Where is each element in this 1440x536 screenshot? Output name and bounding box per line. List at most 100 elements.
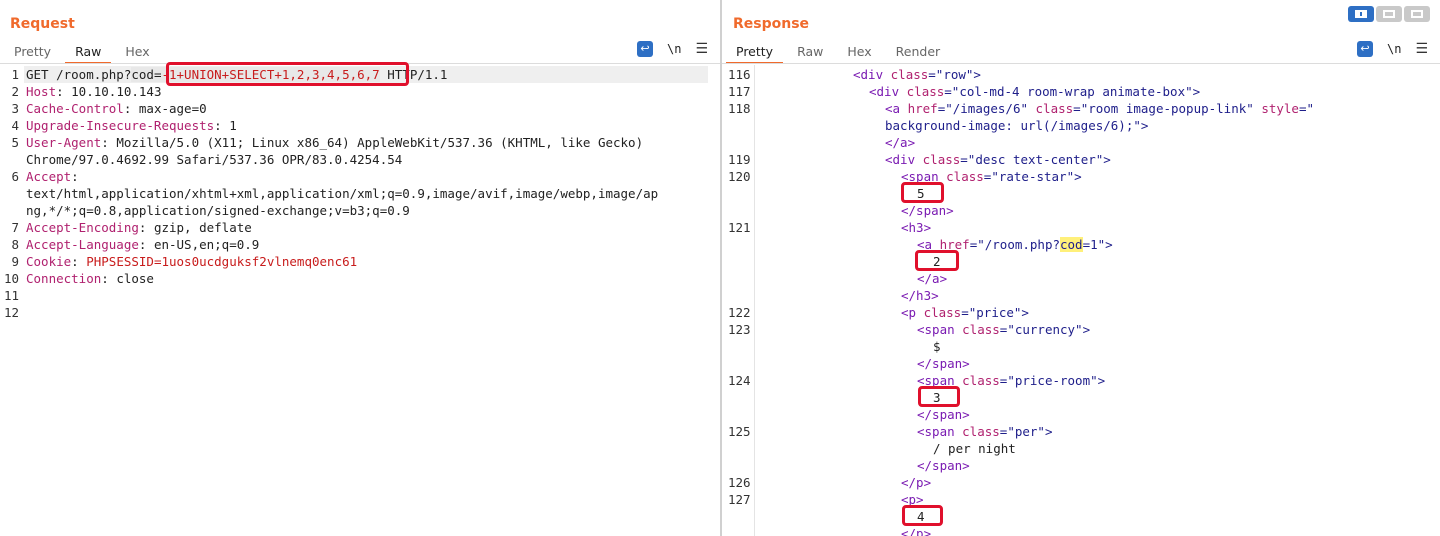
split-horizontal-icon[interactable] — [1348, 6, 1374, 22]
html-line: <div class="col-md-4 room-wrap animate-b… — [869, 83, 1200, 100]
attr-name: class — [946, 169, 984, 184]
wrap-lines-icon[interactable]: ↩ — [636, 41, 653, 57]
header-name: Cookie — [26, 254, 72, 269]
tab-hex[interactable]: Hex — [115, 42, 159, 64]
attr-value: ="currency"> — [999, 322, 1091, 337]
request-toolbar: ↩ \n ☰ — [636, 41, 708, 57]
attr-value: ="desc text-center"> — [960, 152, 1111, 167]
response-title: Response — [733, 16, 810, 32]
tag-open: <div — [885, 152, 923, 167]
header-name: Accept — [26, 169, 72, 184]
newline-toggle[interactable]: \n — [1387, 42, 1401, 56]
split-vertical-icon[interactable] — [1376, 6, 1402, 22]
html-line: <a href="/images/6" class="room image-po… — [885, 100, 1314, 117]
tab-pretty[interactable]: Pretty — [726, 42, 784, 64]
attr-name: class — [1035, 101, 1074, 116]
header-name: Host — [26, 84, 57, 99]
tag-close: </span> — [917, 356, 970, 371]
attr-value: ="price"> — [961, 305, 1029, 320]
header-value: : gzip, deflate — [138, 220, 252, 235]
highlight-box-value-5 — [901, 182, 944, 203]
search-match-highlight: cod — [1060, 237, 1083, 252]
hamburger-menu-icon[interactable]: ☰ — [695, 41, 708, 57]
line-number: 120 — [728, 169, 751, 184]
response-tabs: Pretty Raw Hex Render — [726, 42, 954, 64]
tag-open: <a — [885, 101, 908, 116]
header-name: Upgrade-Insecure-Requests — [26, 118, 215, 133]
response-editor[interactable]: 116 117 118 119 120 121 122 123 124 125 … — [722, 65, 1440, 536]
header-value: : close — [101, 271, 154, 286]
header-line: Accept-Encoding: gzip, deflate — [26, 219, 252, 236]
html-line: <p class="price"> — [901, 304, 1029, 321]
line-number: 4 — [11, 118, 19, 133]
line-number: 122 — [728, 305, 751, 320]
attr-value: ="/images/6" — [937, 101, 1036, 116]
request-title: Request — [10, 16, 75, 32]
tag-open: <p — [901, 305, 924, 320]
attr-value: ="per"> — [999, 424, 1053, 439]
header-name: User-Agent — [26, 135, 102, 150]
attr-name: href — [907, 101, 938, 116]
header-value: : Mozilla/5.0 (X11; Linux x86_64) AppleW… — [101, 135, 644, 150]
tag-open: <span — [917, 424, 963, 439]
tab-pretty[interactable]: Pretty — [4, 42, 61, 64]
tab-render[interactable]: Render — [886, 42, 951, 64]
tab-raw[interactable]: Raw — [65, 42, 112, 64]
line-number: 116 — [728, 67, 751, 82]
wrap-lines-icon[interactable]: ↩ — [1356, 41, 1373, 57]
line-number: 126 — [728, 475, 751, 490]
line-number: 118 — [728, 101, 751, 116]
line-number: 1 — [11, 67, 19, 82]
line-number: 5 — [11, 135, 19, 150]
newline-toggle[interactable]: \n — [667, 42, 681, 56]
header-value: : — [71, 254, 87, 269]
attr-name: style — [1261, 101, 1299, 116]
tag-open: <span — [917, 322, 963, 337]
tag-open: <h3> — [901, 220, 932, 235]
tab-raw[interactable]: Raw — [787, 42, 833, 64]
line-number: 123 — [728, 322, 751, 337]
line-number: 3 — [11, 101, 19, 116]
query-param-name: cod — [131, 67, 154, 82]
single-pane-icon[interactable] — [1404, 6, 1430, 22]
header-line: Accept: — [26, 168, 79, 185]
payload-highlight-box — [166, 62, 409, 86]
line-number: 125 — [728, 424, 751, 439]
header-line: Host: 10.10.10.143 — [26, 83, 161, 100]
header-name: Accept-Encoding — [26, 220, 139, 235]
attr-value: ="room image-popup-link" — [1073, 101, 1262, 116]
line-number: 8 — [11, 237, 19, 252]
line-number: 127 — [728, 492, 751, 507]
line-number: 2 — [11, 84, 19, 99]
attr-name: class — [962, 424, 1000, 439]
request-editor[interactable]: 1 2 3 4 5 6 7 8 9 10 11 12 GET /room.php… — [0, 62, 720, 536]
attr-value: =1"> — [1082, 237, 1113, 252]
header-line: Upgrade-Insecure-Requests: 1 — [26, 117, 237, 134]
highlight-box-value-3 — [918, 386, 960, 407]
tab-divider — [722, 63, 1440, 64]
attr-value: ="rate-star"> — [983, 169, 1082, 184]
hamburger-menu-icon[interactable]: ☰ — [1415, 41, 1428, 57]
line-number: 119 — [728, 152, 751, 167]
header-line: Cookie: PHPSESSID=1uos0ucdguksf2vlnemq0e… — [26, 253, 357, 270]
attr-value: ="col-md-4 room-wrap animate-box"> — [944, 84, 1201, 99]
html-line: <span class="currency"> — [917, 321, 1090, 338]
request-method-path: GET /room.php? — [26, 67, 132, 82]
currency-value: $ — [933, 339, 941, 354]
line-number: 12 — [3, 305, 19, 320]
attr-name: class — [922, 152, 961, 167]
tag-close: </p> — [901, 526, 932, 536]
attr-value: ="row"> — [928, 67, 981, 82]
request-pane: Request Pretty Raw Hex ↩ \n ☰ 1 2 3 4 5 … — [0, 0, 720, 536]
header-value: : 1 — [214, 118, 237, 133]
tab-hex[interactable]: Hex — [837, 42, 881, 64]
tag-open: <div — [869, 84, 907, 99]
attr-name: class — [962, 322, 1000, 337]
per-night-text: / per night — [933, 441, 1016, 456]
cookie-value: PHPSESSID=1uos0ucdguksf2vlnemq0enc61 — [86, 254, 358, 269]
line-number-gutter: 116 117 118 119 120 121 122 123 124 125 … — [722, 65, 755, 536]
line-number: 121 — [728, 220, 751, 235]
header-continuation: Chrome/97.0.4692.99 Safari/537.36 OPR/83… — [26, 152, 403, 167]
line-number: 9 — [11, 254, 19, 269]
header-line: Accept-Language: en-US,en;q=0.9 — [26, 236, 259, 253]
